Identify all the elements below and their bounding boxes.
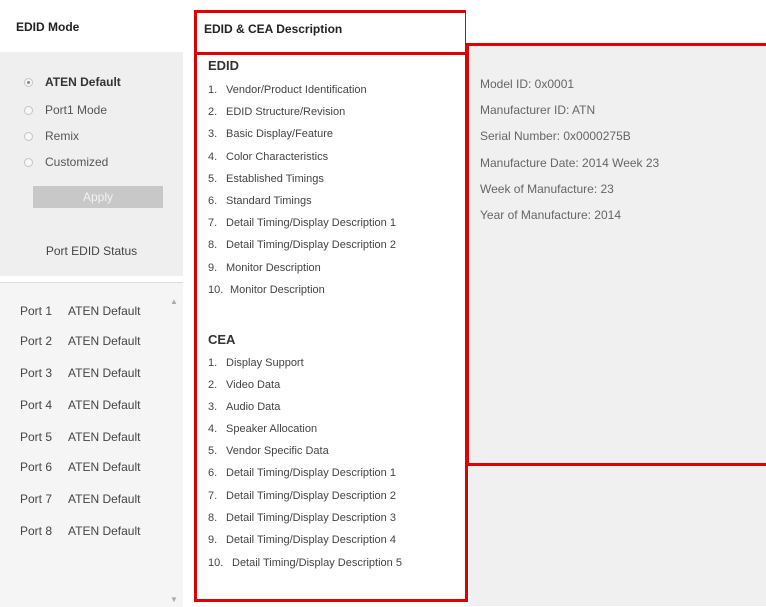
radio-icon[interactable]: [24, 157, 33, 167]
cea-item[interactable]: 3. Audio Data: [208, 400, 280, 414]
edid-item[interactable]: 4. Color Characteristics: [208, 150, 328, 164]
edid-item[interactable]: 3. Basic Display/Feature: [208, 127, 333, 141]
cea-section-title: CEA: [208, 332, 236, 347]
port-status-row: Port 7 ATEN Default: [20, 492, 141, 506]
port-status-row: Port 8 ATEN Default: [20, 524, 141, 538]
radio-label: Customized: [45, 155, 109, 169]
edid-item[interactable]: 7. Detail Timing/Display Description 1: [208, 216, 396, 230]
radio-icon[interactable]: [24, 105, 33, 115]
cea-item[interactable]: 2. Video Data: [208, 378, 280, 392]
radio-label: Remix: [45, 129, 80, 143]
edid-item[interactable]: 10. Monitor Description: [208, 283, 325, 297]
cea-item[interactable]: 6. Detail Timing/Display Description 1: [208, 466, 396, 480]
detail-header-area: [466, 0, 766, 46]
edid-item[interactable]: 2. EDID Structure/Revision: [208, 105, 345, 119]
cea-item[interactable]: 9. Detail Timing/Display Description 4: [208, 533, 396, 547]
edid-mode-panel: ATEN Default Port1 Mode Remix Customized…: [0, 52, 183, 276]
detail-week-of-manufacture: Week of Manufacture: 23: [480, 182, 614, 196]
radio-customized[interactable]: Customized: [24, 154, 108, 170]
edid-section-title: EDID: [208, 58, 240, 73]
cea-item[interactable]: 5. Vendor Specific Data: [208, 444, 329, 458]
edid-item[interactable]: 9. Monitor Description: [208, 261, 321, 275]
edid-item[interactable]: 5. Established Timings: [208, 172, 324, 186]
edid-mode-column: EDID Mode ATEN Default Port1 Mode Remix …: [0, 0, 183, 607]
radio-label: Port1 Mode: [45, 103, 108, 117]
radio-label: ATEN Default: [45, 75, 121, 89]
port-status-row: Port 6 ATEN Default: [20, 460, 141, 474]
detail-year-of-manufacture: Year of Manufacture: 2014: [480, 208, 621, 222]
detail-model-id: Model ID: 0x0001: [480, 77, 575, 91]
port-status-list: ▲ Port 1 ATEN Default Port 2 ATEN Default …: [0, 282, 183, 607]
cea-item[interactable]: 1. Display Support: [208, 356, 304, 370]
apply-button[interactable]: Apply: [33, 186, 163, 208]
port-status-row: Port 5 ATEN Default: [20, 430, 141, 444]
cea-item[interactable]: 8. Detail Timing/Display Description 3: [208, 511, 396, 525]
radio-selected-icon[interactable]: [24, 77, 33, 87]
edid-item[interactable]: 6. Standard Timings: [208, 194, 312, 208]
port-status-row: Port 3 ATEN Default: [20, 366, 141, 380]
scroll-up-icon[interactable]: ▲: [170, 297, 178, 306]
cea-item[interactable]: 7. Detail Timing/Display Description 2: [208, 489, 396, 503]
port-status-row: Port 1 ATEN Default: [20, 304, 141, 318]
highlight-frame-header: [194, 10, 468, 55]
edid-item[interactable]: 1. Vendor/Product Identification: [208, 83, 367, 97]
scroll-down-icon[interactable]: ▼: [170, 595, 178, 604]
radio-aten-default[interactable]: ATEN Default: [24, 74, 121, 90]
port-status-row: Port 2 ATEN Default: [20, 334, 141, 348]
detail-manufacture-date: Manufacture Date: 2014 Week 23: [480, 156, 660, 170]
radio-remix[interactable]: Remix: [24, 128, 79, 144]
detail-serial-number: Serial Number: 0x0000275B: [480, 129, 631, 143]
detail-manufacturer-id: Manufacturer ID: ATN: [480, 103, 596, 117]
edid-item[interactable]: 8. Detail Timing/Display Description 2: [208, 238, 396, 252]
port-edid-status-title: Port EDID Status: [45, 244, 138, 258]
port-status-row: Port 4 ATEN Default: [20, 398, 141, 412]
cea-item[interactable]: 4. Speaker Allocation: [208, 422, 317, 436]
cea-item[interactable]: 10. Detail Timing/Display Description 5: [208, 556, 402, 570]
edid-mode-title: EDID Mode: [16, 20, 80, 34]
radio-icon[interactable]: [24, 131, 33, 141]
radio-port1-mode[interactable]: Port1 Mode: [24, 102, 107, 118]
